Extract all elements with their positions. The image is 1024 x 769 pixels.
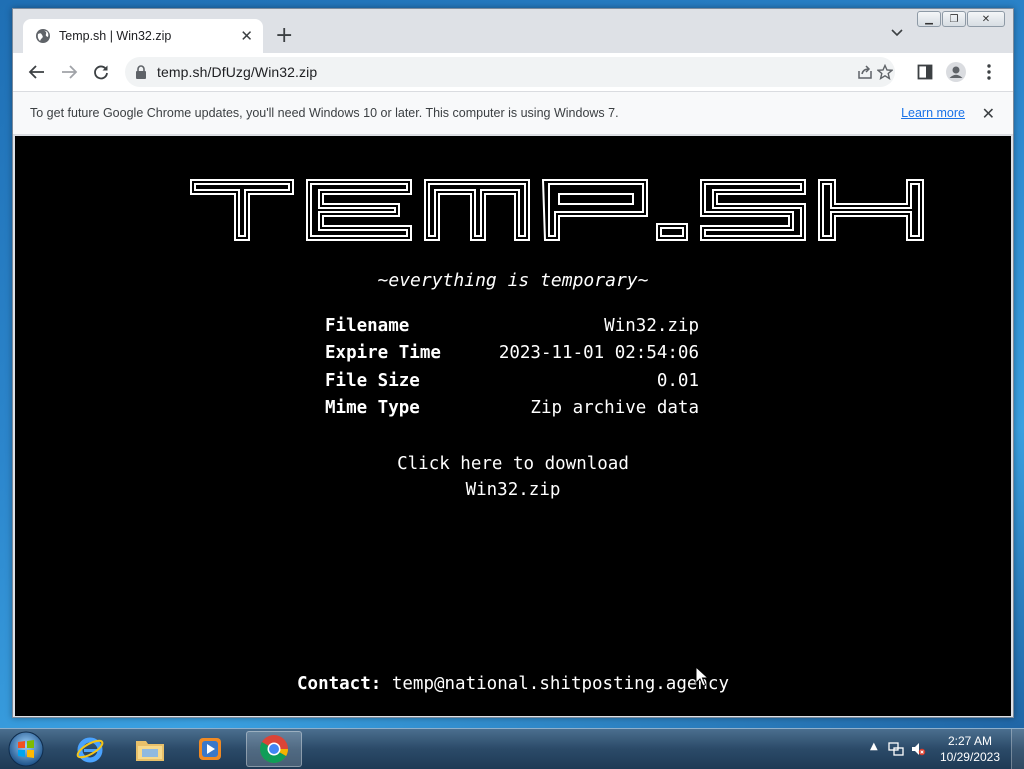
info-row-filename: Filename Win32.zip <box>325 312 699 340</box>
tab-temp-sh[interactable]: Temp.sh | Win32.zip ✕ <box>23 19 263 53</box>
chrome-window: ▁ ❐ ✕ Temp.sh | Win32.zip ✕ + temp.sh/Df… <box>12 8 1014 718</box>
mouse-cursor-icon <box>695 666 709 687</box>
info-label: Mime Type <box>325 398 420 419</box>
temp-sh-logo <box>190 179 924 241</box>
clock[interactable]: 2:27 AM 10/29/2023 <box>940 733 1000 765</box>
volume-muted-icon[interactable] <box>910 741 926 757</box>
new-tab-button[interactable]: + <box>275 25 293 47</box>
chrome-icon[interactable] <box>246 731 302 767</box>
info-row-mime-type: Mime Type Zip archive data <box>325 395 699 423</box>
file-explorer-icon[interactable] <box>122 731 178 767</box>
share-icon[interactable] <box>857 64 873 80</box>
side-panel-icon[interactable] <box>915 62 935 82</box>
back-icon[interactable] <box>27 62 47 82</box>
tab-title: Temp.sh | Win32.zip <box>59 29 172 43</box>
infobar-close-icon[interactable]: ✕ <box>982 104 995 123</box>
tagline: ~everything is temporary~ <box>377 270 649 291</box>
lock-icon[interactable] <box>135 65 147 79</box>
contact-email[interactable]: temp@national.shitposting.agency <box>392 674 729 694</box>
learn-more-link[interactable]: Learn more <box>901 106 965 120</box>
download-text[interactable]: Click here to download <box>15 451 1011 477</box>
tab-close-icon[interactable]: ✕ <box>240 27 253 45</box>
network-icon[interactable] <box>888 741 904 757</box>
info-value: Zip archive data <box>530 398 699 419</box>
toolbar: temp.sh/DfUzg/Win32.zip <box>13 53 1013 91</box>
url-text[interactable]: temp.sh/DfUzg/Win32.zip <box>157 64 317 80</box>
info-row-expire-time: Expire Time 2023-11-01 02:54:06 <box>325 340 699 368</box>
system-tray: ▲ 2:27 AM 10/29/2023 <box>864 729 1024 769</box>
internet-explorer-icon[interactable] <box>62 731 118 767</box>
info-value: Win32.zip <box>604 315 699 336</box>
clock-time: 2:27 AM <box>947 734 992 748</box>
update-infobar: To get future Google Chrome updates, you… <box>13 91 1013 135</box>
info-row-file-size: File Size 0.01 <box>325 367 699 395</box>
info-label: File Size <box>325 370 420 391</box>
contact-line: Contact: temp@national.shitposting.agenc… <box>15 674 1011 694</box>
clock-date: 10/29/2023 <box>939 750 1000 764</box>
forward-icon[interactable] <box>59 62 79 82</box>
tab-search-chevron-icon[interactable] <box>891 27 903 39</box>
media-player-icon[interactable] <box>182 731 238 767</box>
address-bar[interactable]: temp.sh/DfUzg/Win32.zip <box>125 57 895 87</box>
info-value: 2023-11-01 02:54:06 <box>498 343 699 364</box>
globe-icon <box>36 29 50 43</box>
info-label: Expire Time <box>325 343 441 364</box>
infobar-message: To get future Google Chrome updates, you… <box>30 106 619 120</box>
info-value: 0.01 <box>656 370 699 391</box>
download-filename[interactable]: Win32.zip <box>15 477 1011 503</box>
menu-icon[interactable] <box>979 62 999 82</box>
taskbar: ▲ 2:27 AM 10/29/2023 <box>0 728 1024 769</box>
contact-label: Contact: <box>297 674 382 694</box>
show-hidden-icons-icon[interactable]: ▲ <box>870 741 878 752</box>
profile-icon[interactable] <box>946 62 966 82</box>
bookmark-star-icon[interactable] <box>875 62 895 82</box>
reload-icon[interactable] <box>91 62 111 82</box>
start-button-icon[interactable] <box>6 730 46 768</box>
show-desktop-button[interactable] <box>1011 729 1024 769</box>
info-label: Filename <box>325 315 410 336</box>
download-link[interactable]: Click here to download Win32.zip <box>15 451 1011 503</box>
file-info-table: Filename Win32.zip Expire Time 2023-11-0… <box>325 312 699 422</box>
tab-strip: Temp.sh | Win32.zip ✕ + <box>13 9 1013 53</box>
page-content: ~everything is temporary~ Filename Win32… <box>15 136 1011 716</box>
